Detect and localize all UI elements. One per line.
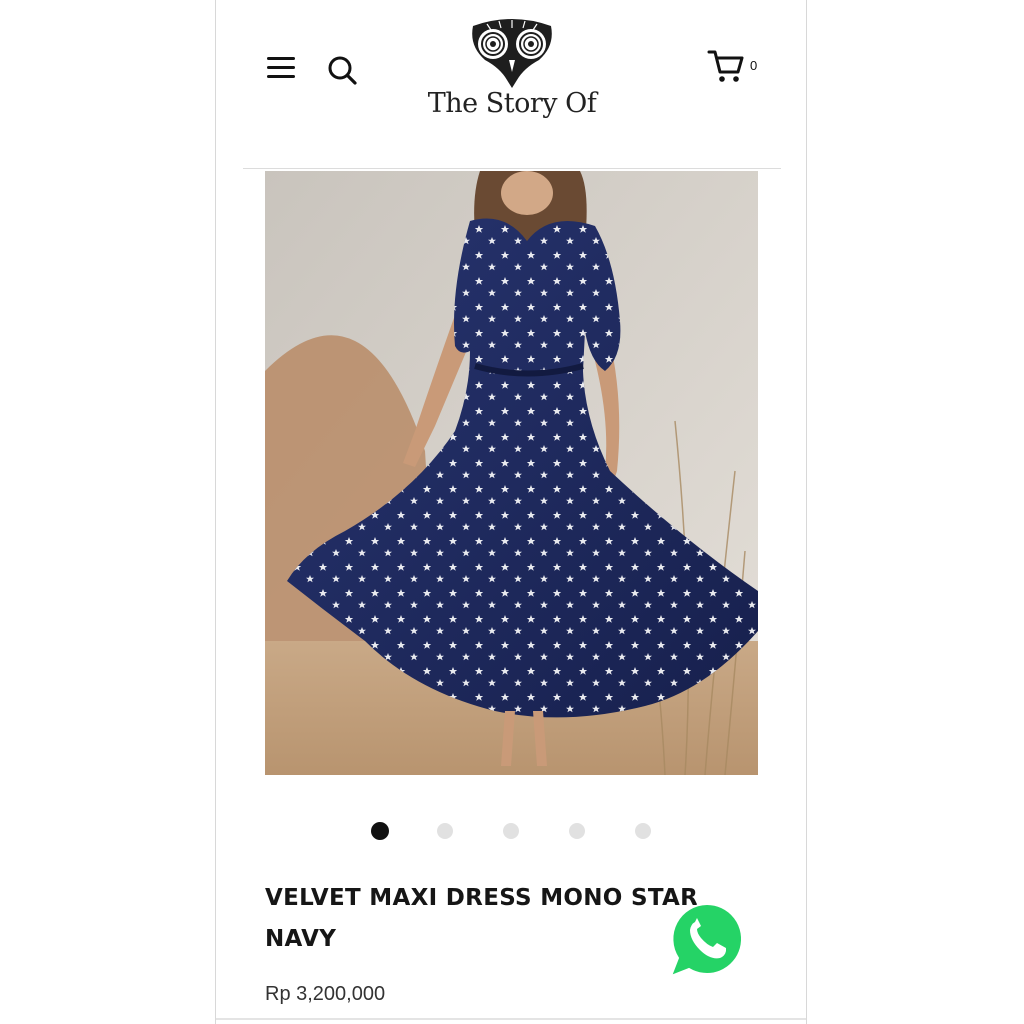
page-border-left: [215, 0, 216, 1024]
whatsapp-chat-icon[interactable]: [667, 900, 747, 980]
carousel-dot-4[interactable]: [569, 823, 585, 839]
carousel-dot-5[interactable]: [635, 823, 651, 839]
brand-name: The Story Of: [427, 88, 597, 119]
brand-logo[interactable]: The Story Of: [420, 14, 604, 119]
carousel-dot-3[interactable]: [503, 823, 519, 839]
image-carousel-dots: [366, 820, 666, 842]
product-image[interactable]: [265, 171, 758, 775]
cart-count-badge: 0: [750, 58, 758, 73]
search-icon[interactable]: [324, 52, 360, 88]
page-border-right: [806, 0, 807, 1024]
carousel-dot-2[interactable]: [437, 823, 453, 839]
shopping-cart-icon[interactable]: [706, 46, 746, 86]
bottom-divider: [216, 1018, 806, 1020]
carousel-dot-1[interactable]: [371, 822, 389, 840]
product-price: Rp 3,200,000: [265, 983, 386, 1005]
header-divider: [243, 168, 781, 169]
product-title: VELVET MAXI DRESS MONO STAR NAVY: [265, 885, 699, 952]
hamburger-menu-icon[interactable]: [265, 55, 299, 81]
owl-logo-icon: [472, 19, 552, 88]
